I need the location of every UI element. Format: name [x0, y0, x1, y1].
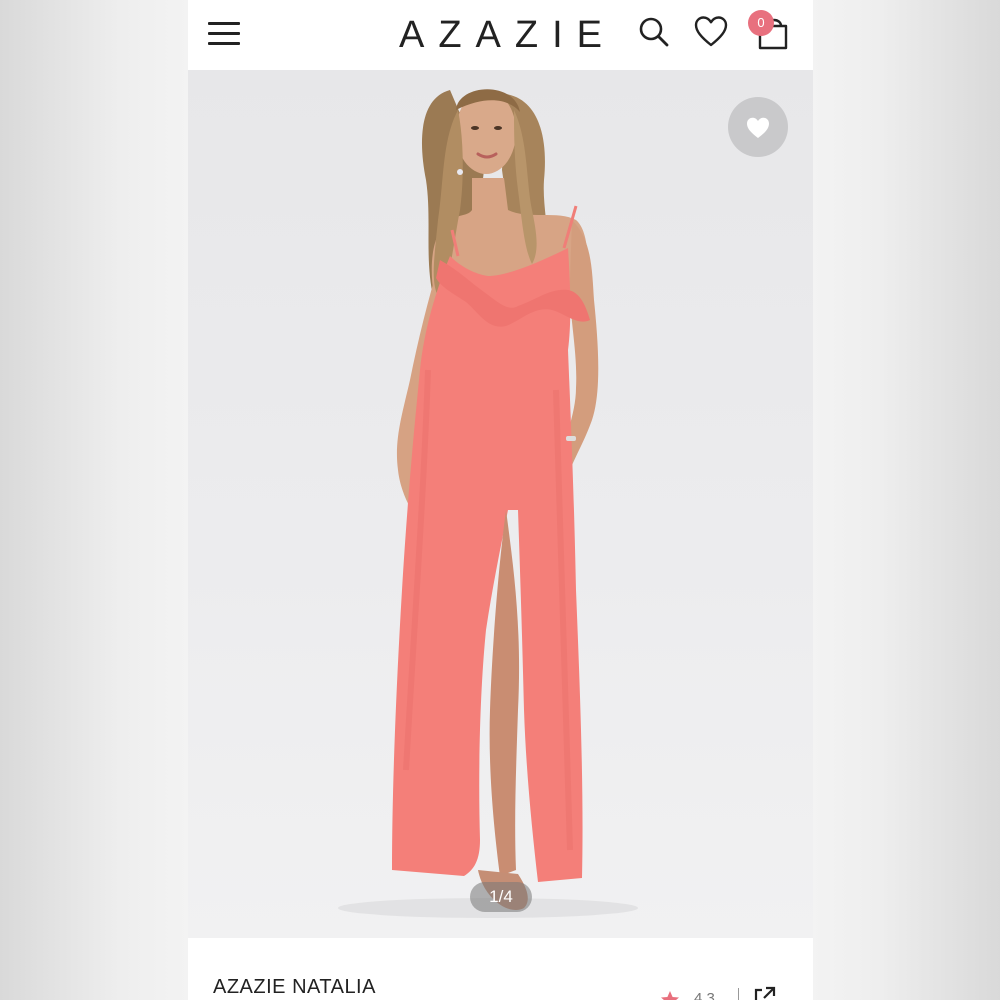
heart-icon — [747, 117, 769, 138]
product-image-gallery[interactable]: 1/4 — [188, 70, 813, 938]
top-navigation-bar: AZAZIE 0 — [188, 0, 813, 70]
share-icon[interactable] — [752, 984, 778, 1000]
cart-count-badge: 0 — [748, 10, 774, 36]
search-icon[interactable] — [636, 14, 672, 50]
divider — [738, 988, 739, 1000]
add-to-favorites-button[interactable] — [728, 97, 788, 157]
product-photo — [338, 89, 638, 918]
product-name: AZAZIE NATALIA — [213, 976, 376, 998]
mobile-page: AZAZIE 0 1/4 AZAZIE NATALIA 4.3 — [188, 0, 813, 1000]
shopping-bag-icon[interactable]: 0 — [748, 10, 796, 54]
rating-value: 4.3 — [694, 990, 715, 1000]
product-info: AZAZIE NATALIA 4.3 — [188, 938, 813, 1000]
wishlist-heart-icon[interactable] — [693, 14, 729, 50]
gallery-pager: 1/4 — [470, 882, 532, 912]
star-icon — [661, 991, 679, 1000]
